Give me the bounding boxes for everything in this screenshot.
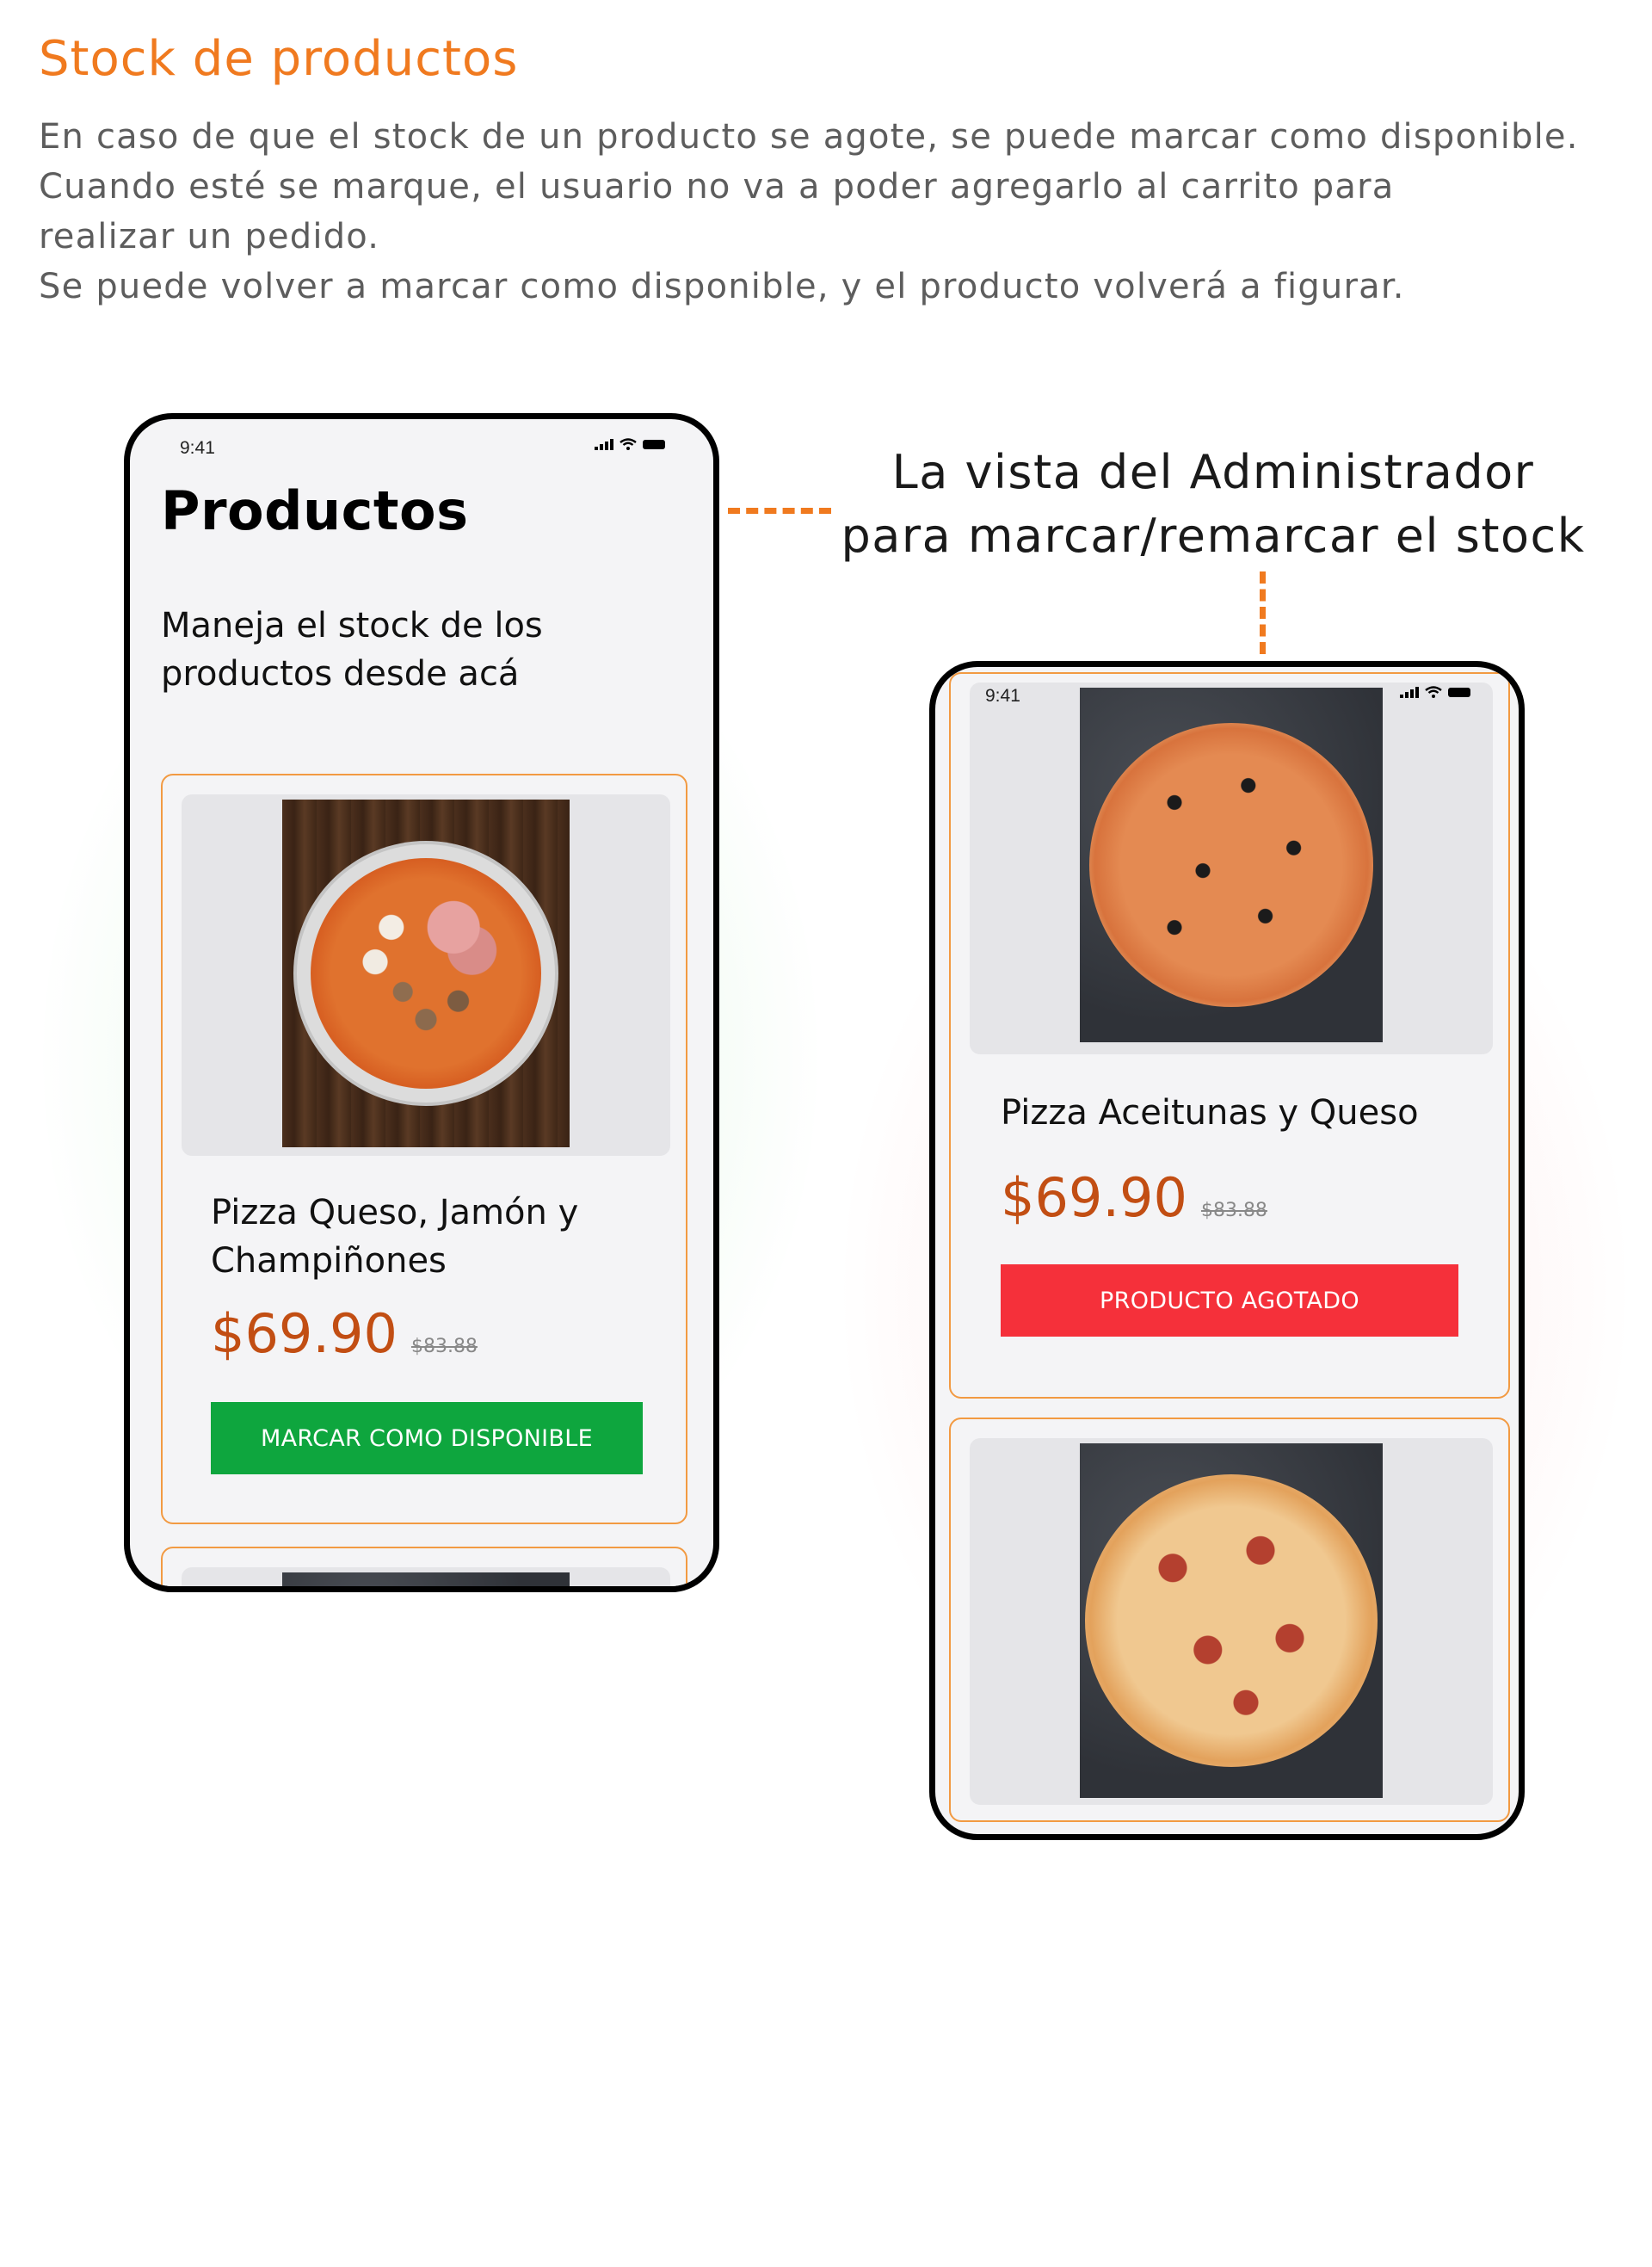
status-time: 9:41 bbox=[180, 438, 215, 458]
price-row: $69.90 $83.88 bbox=[1001, 1166, 1267, 1229]
page-title: Stock de productos bbox=[39, 31, 519, 87]
callout-line: La vista del Administrador bbox=[891, 445, 1535, 499]
product-photo bbox=[1080, 1443, 1383, 1798]
product-photo bbox=[282, 1572, 570, 1586]
product-price: $69.90 bbox=[211, 1302, 398, 1365]
screen-subtitle: Maneja el stock de los productos desde a… bbox=[161, 606, 543, 694]
status-bar: 9:41 bbox=[935, 667, 1519, 707]
admin-phone-available: 9:41 Productos Maneja el stock de los pr… bbox=[124, 413, 719, 1592]
pizza-graphic bbox=[311, 858, 541, 1089]
pizza-graphic bbox=[1085, 1474, 1378, 1767]
battery-icon bbox=[643, 439, 665, 449]
product-name: Pizza Aceitunas y Queso bbox=[1001, 1093, 1419, 1133]
signal-icon bbox=[1400, 686, 1419, 698]
screen-heading: Productos bbox=[161, 479, 469, 542]
product-card-next bbox=[161, 1547, 687, 1586]
page-description: En caso de que el stock de un producto s… bbox=[39, 112, 1639, 312]
product-photo bbox=[282, 800, 570, 1147]
status-icons bbox=[1400, 686, 1470, 698]
product-image-area bbox=[182, 1567, 670, 1586]
product-old-price: $83.88 bbox=[1200, 1200, 1267, 1221]
description-line: Cuando esté se marque, el usuario no va … bbox=[39, 167, 1395, 207]
wifi-icon bbox=[1425, 686, 1442, 698]
admin-view-callout: La vista del Administrador para marcar/r… bbox=[826, 441, 1600, 568]
description-line: Se puede volver a marcar como disponible… bbox=[39, 267, 1405, 306]
status-icons bbox=[595, 438, 665, 450]
product-card-next bbox=[949, 1418, 1510, 1822]
callout-line: para marcar/remarcar el stock bbox=[841, 509, 1586, 563]
admin-phone-sold-out: 9:41 Pizza Aceitunas y Queso $69.90 $83.… bbox=[929, 661, 1525, 1840]
status-bar: 9:41 bbox=[130, 419, 713, 459]
product-price: $69.90 bbox=[1001, 1166, 1187, 1229]
product-name: Pizza Queso, Jamón y Champiñones bbox=[211, 1193, 579, 1281]
product-image-area bbox=[970, 683, 1493, 1054]
price-row: $69.90 $83.88 bbox=[211, 1302, 478, 1365]
wifi-icon bbox=[620, 438, 637, 450]
sold-out-button[interactable]: PRODUCTO AGOTADO bbox=[1001, 1264, 1458, 1337]
status-time: 9:41 bbox=[985, 686, 1020, 706]
product-photo bbox=[1080, 688, 1383, 1042]
product-card: Pizza Aceitunas y Queso $69.90 $83.88 PR… bbox=[949, 672, 1510, 1399]
battery-icon bbox=[1448, 687, 1470, 697]
callout-connector-vertical bbox=[1260, 571, 1266, 654]
description-line: En caso de que el stock de un producto s… bbox=[39, 117, 1579, 157]
mark-available-button[interactable]: MARCAR COMO DISPONIBLE bbox=[211, 1402, 643, 1474]
signal-icon bbox=[595, 438, 613, 450]
callout-connector-horizontal bbox=[728, 508, 831, 514]
product-old-price: $83.88 bbox=[410, 1336, 478, 1357]
product-image-area bbox=[970, 1438, 1493, 1805]
pizza-graphic bbox=[1089, 723, 1373, 1007]
product-card: Pizza Queso, Jamón y Champiñones $69.90 … bbox=[161, 774, 687, 1524]
product-image-area bbox=[182, 794, 670, 1156]
description-line: realizar un pedido. bbox=[39, 217, 380, 256]
